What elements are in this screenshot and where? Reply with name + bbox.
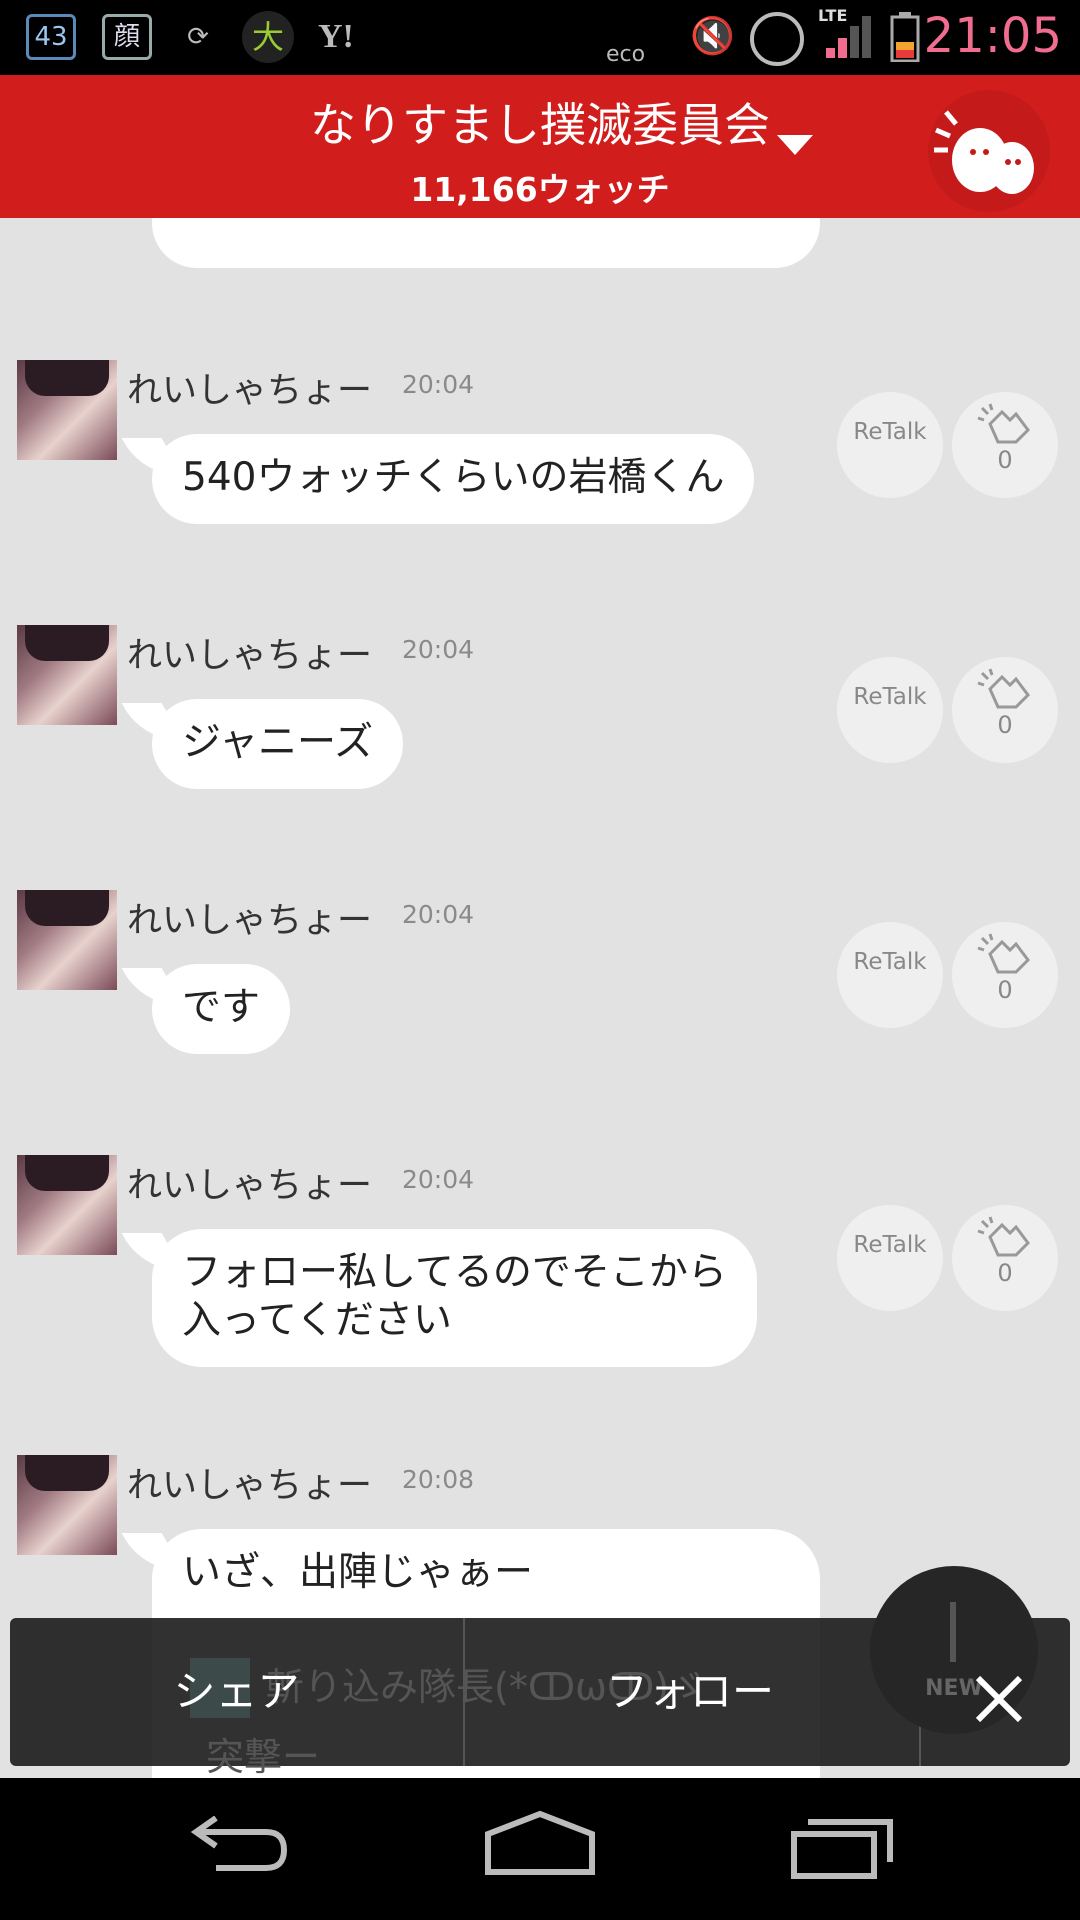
room-title[interactable]: なりすまし撲滅委員会	[0, 89, 1080, 155]
yahoo-icon: Y!	[318, 18, 354, 55]
recent-apps-icon[interactable]	[790, 1814, 896, 1880]
status-clock: 21:05	[923, 8, 1062, 64]
mascot-icon	[934, 110, 1034, 194]
follow-button[interactable]: フォロー	[465, 1618, 915, 1766]
timestamp: 20:04	[402, 635, 475, 664]
timestamp: 20:04	[402, 900, 475, 929]
message-bubble: フォロー私してるのでそこから 入ってください	[152, 1229, 757, 1367]
home-icon[interactable]	[484, 1808, 596, 1878]
walking-icon: 大	[242, 11, 294, 63]
arrow-down-icon	[950, 1602, 956, 1662]
share-button[interactable]: シェア	[10, 1618, 463, 1766]
mute-icon: 🔇	[690, 16, 735, 57]
close-icon[interactable]	[964, 1664, 1034, 1734]
message-bubble: です	[152, 964, 291, 1054]
status-bar: 43 顔 ⟳ 大 Y! eco 🔇 LTE 21:05	[0, 0, 1080, 75]
back-icon[interactable]	[186, 1816, 290, 1880]
clap-icon	[977, 1216, 1030, 1257]
lte-signal-icon	[826, 16, 871, 58]
avatar[interactable]	[17, 360, 117, 460]
avatar[interactable]	[17, 1455, 117, 1555]
room-header: なりすまし撲滅委員会 11,166ウォッチ	[0, 75, 1080, 218]
clap-count: 0	[997, 976, 1013, 1004]
clap-icon	[977, 403, 1030, 444]
dropdown-caret-icon[interactable]	[777, 135, 813, 155]
clap-count: 0	[997, 1259, 1013, 1287]
message-feed[interactable]: れいしゃちょー 20:04 540ウォッチくらいの岩橋くん ReTalk 0 れ…	[0, 218, 1080, 1778]
system-nav-bar	[0, 1778, 1080, 1920]
message-bubble: ジャニーズ	[152, 699, 404, 789]
message-bubble: 540ウォッチくらいの岩橋くん	[152, 434, 755, 524]
avatar[interactable]	[17, 625, 117, 725]
mascot-button[interactable]	[928, 90, 1050, 212]
timestamp: 20:04	[402, 370, 475, 399]
username[interactable]: れいしゃちょー	[127, 1157, 372, 1208]
clap-icon	[977, 668, 1030, 709]
face-app-icon: 顔	[102, 14, 152, 60]
username[interactable]: れいしゃちょー	[127, 1457, 372, 1508]
timestamp: 20:04	[402, 1165, 475, 1194]
avatar[interactable]	[17, 890, 117, 990]
retalk-button[interactable]: ReTalk	[837, 392, 943, 498]
clap-icon	[977, 933, 1030, 974]
clap-count: 0	[997, 711, 1013, 739]
clap-button[interactable]: 0	[952, 657, 1058, 763]
clap-button[interactable]: 0	[952, 1205, 1058, 1311]
sync-icon: ⟳	[187, 22, 209, 52]
username[interactable]: れいしゃちょー	[127, 627, 372, 678]
username[interactable]: れいしゃちょー	[127, 892, 372, 943]
eco-icon: eco	[606, 42, 646, 67]
retalk-button[interactable]: ReTalk	[837, 1205, 943, 1311]
previous-message-bubble	[152, 218, 820, 268]
alarm-icon	[750, 12, 804, 66]
username[interactable]: れいしゃちょー	[127, 362, 372, 413]
retalk-button[interactable]: ReTalk	[837, 922, 943, 1028]
timestamp: 20:08	[402, 1465, 475, 1494]
avatar[interactable]	[17, 1155, 117, 1255]
watch-count: 11,166ウォッチ	[410, 170, 670, 209]
retalk-button[interactable]: ReTalk	[837, 657, 943, 763]
battery-icon	[890, 12, 920, 62]
notification-43-icon: 43	[26, 14, 76, 60]
clap-count: 0	[997, 446, 1013, 474]
clap-button[interactable]: 0	[952, 392, 1058, 498]
clap-button[interactable]: 0	[952, 922, 1058, 1028]
